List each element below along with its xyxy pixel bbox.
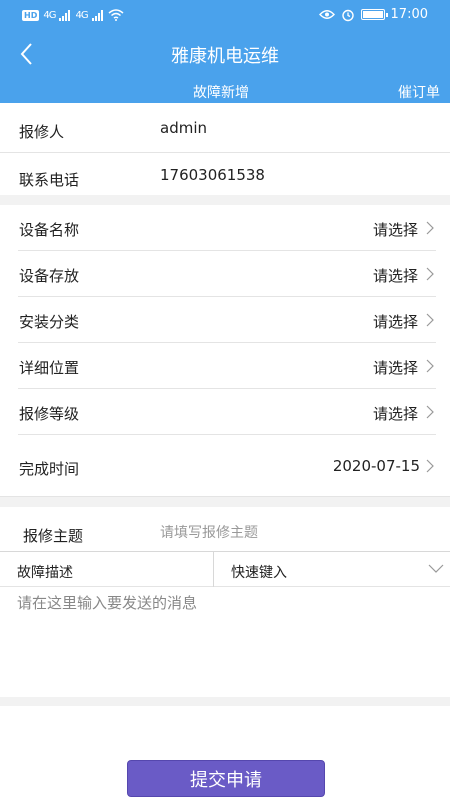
- network-label-1: 4G: [43, 9, 56, 21]
- description-label: 故障描述: [17, 565, 73, 581]
- detail-location-label: 详细位置: [19, 359, 80, 377]
- status-left: HD 4G 4G: [22, 9, 124, 21]
- section-gap: [0, 497, 450, 507]
- description-bar: 故障描述 快速键入: [0, 551, 450, 587]
- subject-label: 报修主题: [23, 527, 84, 545]
- subject-input[interactable]: [160, 520, 430, 546]
- select-row-repair-level[interactable]: 报修等级 请选择: [0, 389, 450, 434]
- signal-icon-2: [91, 9, 103, 21]
- finish-time-row[interactable]: 完成时间 2020-07-15: [0, 435, 450, 496]
- chevron-right-icon: [426, 405, 434, 419]
- chevron-right-icon: [426, 221, 434, 235]
- status-bar: HD 4G 4G 17:00: [0, 0, 450, 32]
- finish-time-value: 2020-07-15: [332, 457, 420, 475]
- select-row-device-name[interactable]: 设备名称 请选择: [0, 205, 450, 250]
- chevron-right-icon: [426, 313, 434, 327]
- description-textarea[interactable]: [0, 587, 450, 697]
- page-title: 雅康机电运维: [171, 46, 279, 67]
- detail-location-value: 请选择: [372, 359, 418, 377]
- select-row-device-storage[interactable]: 设备存放 请选择: [0, 251, 450, 296]
- battery-icon: [360, 9, 388, 20]
- submit-button[interactable]: 提交申请: [127, 760, 325, 797]
- device-name-label: 设备名称: [19, 221, 80, 239]
- select-row-install-category[interactable]: 安装分类 请选择: [0, 297, 450, 342]
- chevron-right-icon: [426, 459, 434, 473]
- chevron-down-icon: [428, 564, 444, 573]
- app-header: HD 4G 4G 17:00 雅康机电运维 故障新增 催订单: [0, 0, 450, 103]
- finish-time-label: 完成时间: [19, 460, 80, 478]
- phone-label: 联系电话: [19, 171, 80, 189]
- wifi-icon: [108, 9, 124, 21]
- phone-row[interactable]: 联系电话 17603061538: [0, 153, 450, 195]
- chevron-right-icon: [426, 359, 434, 373]
- repair-level-label: 报修等级: [19, 405, 80, 423]
- install-category-label: 安装分类: [19, 313, 80, 331]
- select-row-detail-location[interactable]: 详细位置 请选择: [0, 343, 450, 388]
- device-storage-label: 设备存放: [19, 267, 80, 285]
- install-category-value: 请选择: [372, 313, 418, 331]
- quick-input-dropdown[interactable]: 快速键入: [214, 552, 450, 587]
- eye-icon: [318, 10, 335, 19]
- device-storage-value: 请选择: [372, 267, 418, 285]
- reporter-row: 报修人 admin: [0, 103, 450, 152]
- quick-input-label: 快速键入: [231, 565, 287, 581]
- alarm-icon: [341, 9, 354, 21]
- status-right: 17:00: [318, 7, 428, 22]
- section-gap: [0, 195, 450, 205]
- tab-fault-add[interactable]: 故障新增: [193, 82, 249, 102]
- network-label-2: 4G: [75, 9, 88, 21]
- tab-urge-order[interactable]: 催订单: [398, 82, 440, 102]
- chevron-right-icon: [426, 267, 434, 281]
- clock-time: 17:00: [390, 7, 428, 22]
- hd-badge: HD: [22, 9, 40, 21]
- reporter-value: admin: [160, 119, 207, 137]
- phone-value[interactable]: 17603061538: [160, 166, 265, 184]
- reporter-label: 报修人: [19, 123, 65, 141]
- section-gap: [0, 697, 450, 706]
- repair-level-value: 请选择: [372, 405, 418, 423]
- signal-icon: [59, 9, 71, 21]
- device-name-value: 请选择: [372, 221, 418, 239]
